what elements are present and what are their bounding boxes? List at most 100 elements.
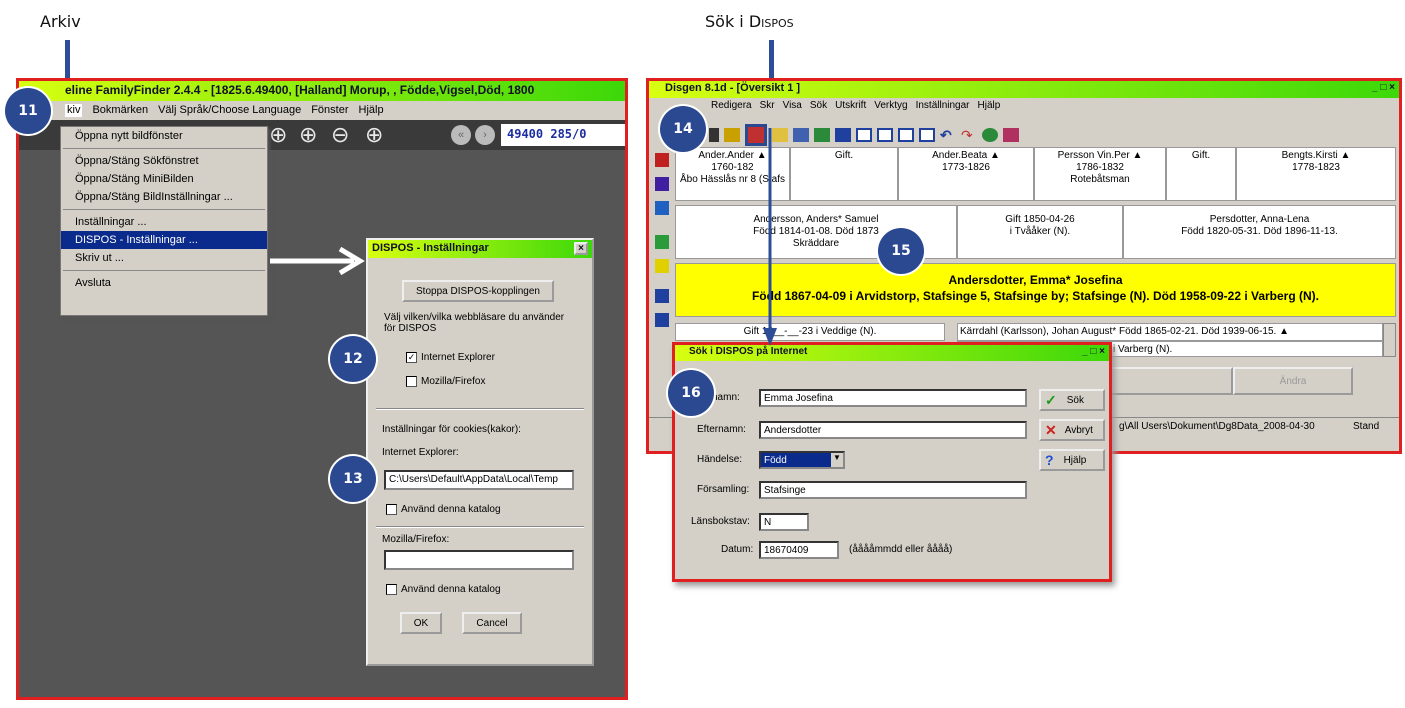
ie-checkbox-row[interactable]: ✓ Internet Explorer bbox=[406, 352, 495, 363]
view3-icon[interactable] bbox=[898, 128, 914, 142]
menu-installningar[interactable]: Inställningar bbox=[916, 100, 970, 112]
window-controls-icon[interactable]: _ □ × bbox=[1372, 82, 1395, 97]
spouse-card[interactable]: Kärrdahl (Karlsson), Johan August* Född … bbox=[957, 323, 1383, 341]
menu-verktyg[interactable]: Verktyg bbox=[874, 100, 907, 112]
menu-sok[interactable]: Sök bbox=[810, 100, 827, 112]
pedigree-icon[interactable] bbox=[655, 289, 669, 303]
menu-visa[interactable]: Visa bbox=[783, 100, 802, 112]
scrollbar[interactable] bbox=[1383, 323, 1396, 357]
menu-fonster[interactable]: Fönster bbox=[311, 104, 348, 117]
person-icon[interactable] bbox=[793, 128, 809, 142]
mozilla-use-dir-row[interactable]: Använd denna katalog bbox=[386, 584, 501, 595]
efternamn-label: Efternamn: bbox=[697, 424, 746, 435]
person-card[interactable]: Ander.Beata ▲ 1773-1826 bbox=[898, 147, 1034, 201]
menu-redigera[interactable]: Redigera bbox=[711, 100, 752, 112]
step-badge-12: 12 bbox=[330, 336, 376, 382]
zoom-in-icon[interactable]: ⊕ bbox=[299, 124, 321, 146]
hjalp-button[interactable]: ? Hjälp bbox=[1039, 449, 1105, 471]
handelse-select[interactable]: Född ▼ bbox=[759, 451, 845, 469]
zoom-out-icon[interactable]: ⊖ bbox=[331, 124, 353, 146]
menu-item-avsluta[interactable]: Avsluta bbox=[61, 274, 267, 292]
zoom-fit-icon[interactable]: ⊕ bbox=[269, 124, 291, 146]
eraser-icon[interactable] bbox=[1003, 128, 1019, 142]
mother-card[interactable]: Persdotter, Anna-Lena Född 1820-05-31. Dö… bbox=[1123, 205, 1396, 259]
forsamling-input[interactable]: Stafsinge bbox=[759, 481, 1027, 499]
view1-icon[interactable] bbox=[856, 128, 872, 142]
menu-item-search-window[interactable]: Öppna/Stäng Sökfönstret bbox=[61, 152, 267, 170]
undo-icon[interactable]: ↶ bbox=[940, 128, 956, 142]
book-icon[interactable] bbox=[655, 177, 669, 191]
mozilla-use-dir-checkbox[interactable] bbox=[386, 584, 397, 595]
descendants-icon[interactable] bbox=[655, 313, 669, 327]
columns-icon[interactable] bbox=[655, 235, 669, 249]
menu-skriv[interactable]: Skr bbox=[760, 100, 775, 112]
ie-checkbox[interactable]: ✓ bbox=[406, 352, 417, 363]
arrow-right-icon bbox=[270, 246, 365, 276]
ie-use-dir-checkbox[interactable] bbox=[386, 504, 397, 515]
edit-button[interactable]: Ändra bbox=[1233, 367, 1353, 395]
menu-hjalp[interactable]: Hjälp bbox=[359, 104, 384, 117]
cancel-button[interactable]: Cancel bbox=[462, 612, 522, 634]
menu-separator bbox=[63, 148, 265, 149]
previous-icon[interactable]: « bbox=[451, 125, 471, 145]
view4-icon[interactable] bbox=[919, 128, 935, 142]
menu-hjalp[interactable]: Hjälp bbox=[978, 100, 1001, 112]
efternamn-input[interactable]: Andersdotter bbox=[759, 421, 1027, 439]
lansbokstav-input[interactable]: N bbox=[759, 513, 809, 531]
view2-icon[interactable] bbox=[877, 128, 893, 142]
next-icon[interactable]: › bbox=[475, 125, 495, 145]
menu-item-dispos-installningar[interactable]: DISPOS - Inställningar ... bbox=[61, 231, 267, 249]
ie-use-dir-row[interactable]: Använd denna katalog bbox=[386, 504, 501, 515]
cookies-label: Inställningar för cookies(kakor): bbox=[382, 424, 521, 435]
bottom-button-1[interactable] bbox=[1103, 367, 1233, 395]
person-card[interactable]: Persson Vin.Per ▲ 1786-1832 Rotebåtsman bbox=[1034, 147, 1166, 201]
person-card[interactable]: Bengts.Kirsti ▲ 1778-1823 bbox=[1236, 147, 1396, 201]
redo-icon[interactable]: ↷ bbox=[961, 128, 977, 142]
edit-icon[interactable] bbox=[724, 128, 740, 142]
main-person-card[interactable]: Andersdotter, Emma* Josefina Född 1867-0… bbox=[675, 263, 1396, 317]
spouse-marriage-card[interactable]: Gift 18__-__-23 i Veddige (N). bbox=[675, 323, 945, 341]
fornamn-input[interactable]: Emma Josefina bbox=[759, 389, 1027, 407]
menu-item-bildinstallningar[interactable]: Öppna/Stäng BildInställningar ... bbox=[61, 188, 267, 206]
stop-dispos-button[interactable]: Stoppa DISPOS-kopplingen bbox=[402, 280, 554, 302]
firefox-checkbox[interactable] bbox=[406, 376, 417, 387]
grid-icon[interactable] bbox=[835, 128, 851, 142]
window-controls-icon[interactable]: _ □ × bbox=[1082, 346, 1105, 360]
menu-language[interactable]: Välj Språk/Choose Language bbox=[158, 104, 301, 117]
image-number-field[interactable]: 49400 285/0 bbox=[501, 124, 625, 146]
globe-icon[interactable] bbox=[982, 128, 998, 142]
status-path: g\All Users\Dokument\Dg8Data_2008-04-30 bbox=[1119, 421, 1315, 432]
menu-utskrift[interactable]: Utskrift bbox=[835, 100, 866, 112]
menu-bokmarken[interactable]: Bokmärken bbox=[92, 104, 148, 117]
document-icon[interactable] bbox=[655, 201, 669, 215]
tree-icon[interactable] bbox=[814, 128, 830, 142]
mozilla-path-input[interactable] bbox=[384, 550, 574, 570]
dispos-titlebar: DISPOS - Inställningar × bbox=[368, 240, 592, 258]
datum-input[interactable]: 18670409 bbox=[759, 541, 839, 559]
card-line: 1778-1823 bbox=[1292, 162, 1340, 173]
main-person-info: Född 1867-04-09 i Arvidstorp, Stafsinge … bbox=[751, 289, 1320, 303]
parents-marriage-card[interactable]: Gift 1850-04-26 i Tvååker (N). bbox=[957, 205, 1123, 259]
menu-item-open-new[interactable]: Öppna nytt bildfönster bbox=[61, 127, 267, 145]
sok-button[interactable]: ✓ Sök bbox=[1039, 389, 1105, 411]
avbryt-button[interactable]: ✕ Avbryt bbox=[1039, 419, 1105, 441]
marriage-card[interactable]: Gift. bbox=[790, 147, 898, 201]
menu-item-minibild[interactable]: Öppna/Stäng MiniBilden bbox=[61, 170, 267, 188]
menu-item-installningar[interactable]: Inställningar ... bbox=[61, 213, 267, 231]
chevron-down-icon[interactable]: ▼ bbox=[831, 453, 843, 467]
firefox-checkbox-row[interactable]: Mozilla/Firefox bbox=[406, 376, 485, 387]
menu-item-skriv-ut[interactable]: Skriv ut ... bbox=[61, 249, 267, 267]
card-line: Persson Vin.Per ▲ bbox=[1057, 150, 1143, 161]
marriage-card[interactable]: Gift. bbox=[1166, 147, 1236, 201]
card-line: Gift. bbox=[1191, 150, 1211, 161]
close-icon[interactable]: × bbox=[574, 242, 588, 255]
zoom-reset-icon[interactable]: ⊕ bbox=[365, 124, 387, 146]
marker-icon[interactable] bbox=[655, 259, 669, 273]
firefox-label: Mozilla/Firefox bbox=[421, 376, 486, 388]
ok-button[interactable]: OK bbox=[400, 612, 442, 634]
handelse-label: Händelse: bbox=[697, 454, 743, 465]
binoculars-icon[interactable] bbox=[709, 128, 719, 142]
menu-arkiv[interactable]: kiv bbox=[65, 104, 83, 117]
delete-icon[interactable] bbox=[655, 153, 669, 167]
ie-path-input[interactable]: C:\Users\Default\AppData\Local\Temp bbox=[384, 470, 574, 490]
